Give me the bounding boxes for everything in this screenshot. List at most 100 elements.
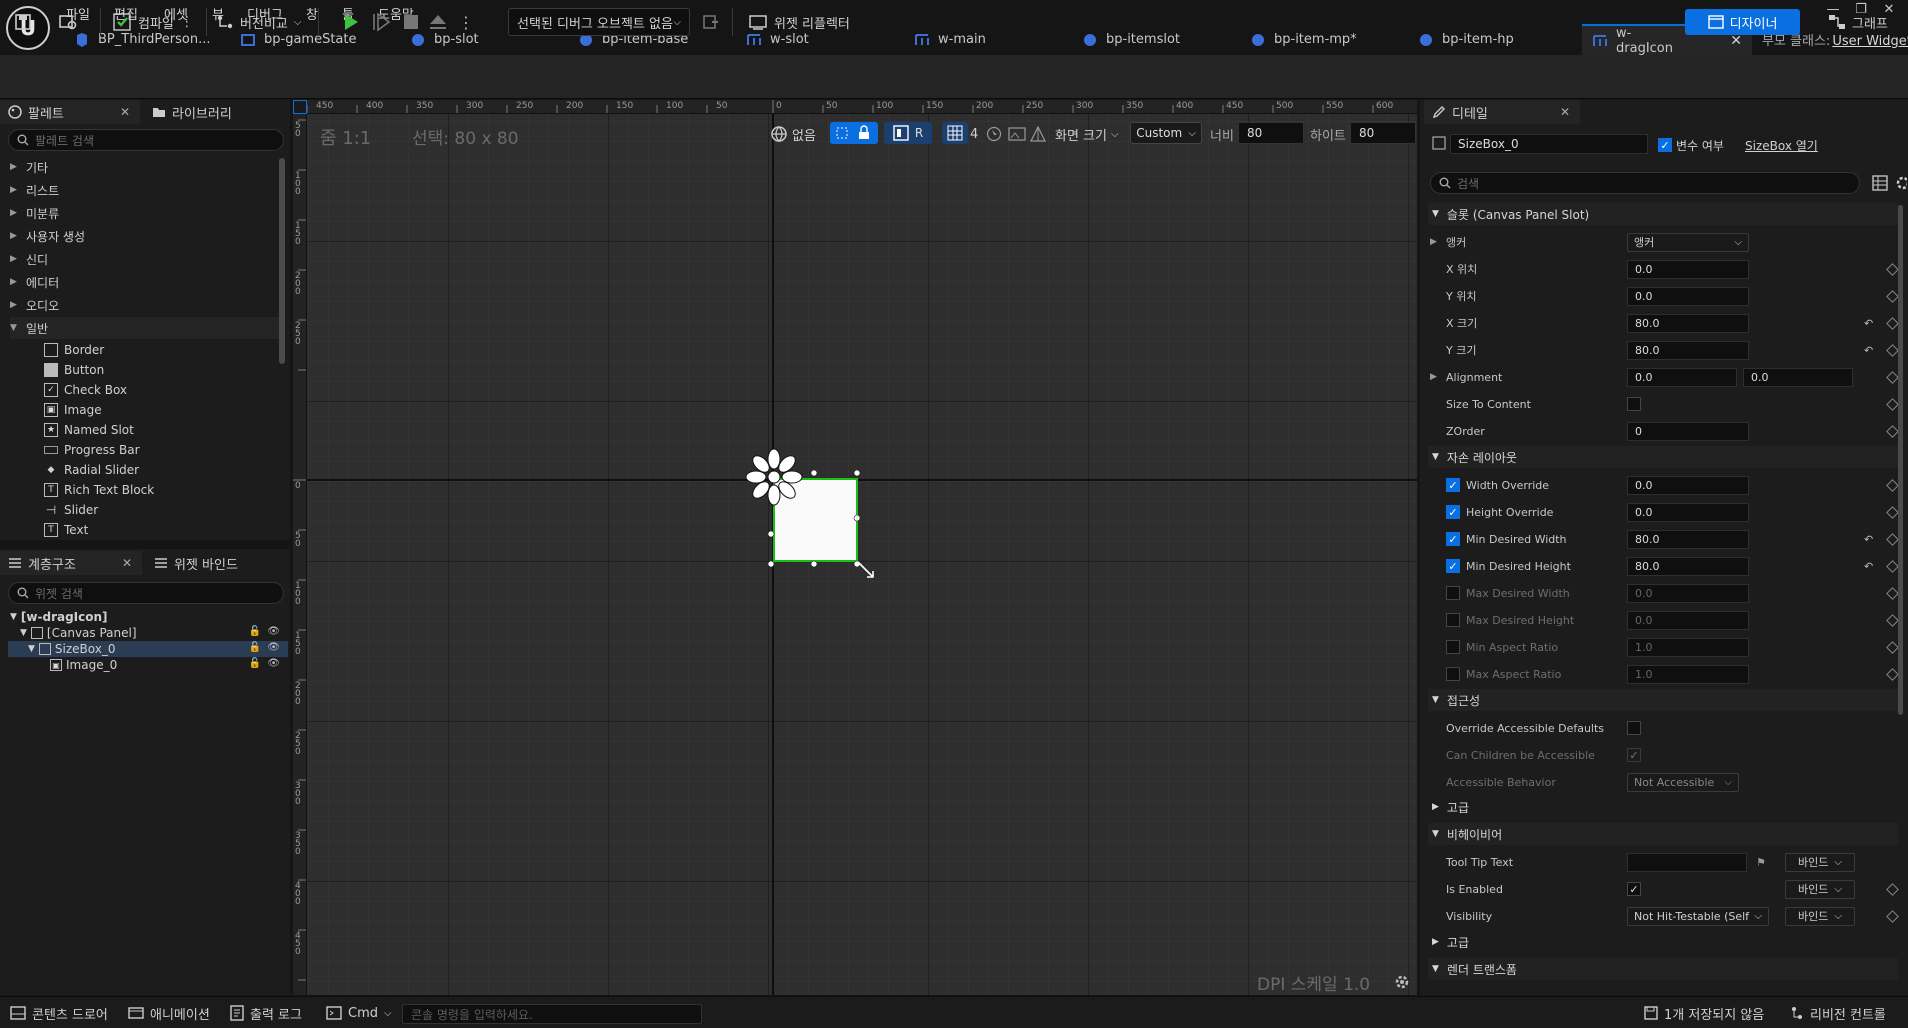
palette-category[interactable]: ▶ 리스트 [10, 179, 280, 201]
section-behavior[interactable]: ▼ 비헤이비어 [1428, 823, 1898, 845]
flag-icon[interactable]: ⚑ [1756, 856, 1766, 869]
keyframe-diamond-icon[interactable] [1886, 909, 1899, 923]
anchor-select[interactable]: 앵커 ⌵ [1627, 232, 1749, 252]
palette-category-expanded[interactable]: ▼ 일반 [10, 317, 280, 339]
keyframe-diamond-icon[interactable] [1886, 640, 1899, 654]
tab-widget-binding[interactable]: 위젯 바인드 [146, 551, 286, 575]
palette-scrollbar[interactable] [279, 158, 285, 364]
widget-reflector-button[interactable]: 위젯 리플렉터 [748, 8, 850, 36]
max-width-input[interactable]: 0.0 [1627, 583, 1749, 603]
keyframe-diamond-icon[interactable] [1886, 559, 1899, 573]
max-width-checkbox[interactable] [1446, 586, 1460, 600]
designer-mode-button[interactable]: 디자이너 [1685, 9, 1800, 35]
tab-bp-item-hp[interactable]: bp-item-hp [1418, 24, 1514, 55]
max-aspect-input[interactable]: 1.0 [1627, 664, 1749, 684]
play-options-icon[interactable]: ⋮ [458, 8, 474, 36]
compile-menu-icon[interactable]: ⋮ [180, 14, 194, 30]
reset-arrow-icon[interactable]: ↶ [1864, 317, 1873, 330]
section-advanced-2[interactable]: ▶ 고급 [1428, 931, 1898, 953]
animation-button[interactable]: 애니메이션 [128, 1005, 210, 1023]
play-button[interactable] [342, 8, 360, 36]
background-image-icon[interactable] [1008, 122, 1026, 146]
save-icon[interactable] [14, 8, 32, 36]
screen-size-button[interactable]: 화면 크기 ⌵ [1055, 122, 1119, 146]
palette-widget-named-slot[interactable]: ★ Named Slot [44, 420, 134, 440]
alignment-x-input[interactable]: 0.0 [1627, 367, 1737, 387]
tab-bp-itemslot[interactable]: bp-itemslot [1082, 24, 1180, 55]
palette-category[interactable]: ▶ 오디오 [10, 294, 280, 316]
palette-category[interactable]: ▶ 사용자 생성 [10, 225, 280, 247]
chevron-right-icon[interactable]: ▶ [1430, 372, 1437, 382]
localization-preview-button[interactable]: 없음 [770, 122, 816, 146]
keyframe-diamond-icon[interactable] [1886, 613, 1899, 627]
max-aspect-checkbox[interactable] [1446, 667, 1460, 681]
diff-button[interactable]: 버전비교 ⌵ [216, 8, 301, 36]
accessible-behavior-select[interactable]: Not Accessible ⌵ [1627, 772, 1739, 792]
palette-widget-button[interactable]: Button [44, 360, 104, 380]
resize-handle-icon[interactable] [856, 560, 876, 580]
grid-snap-value[interactable]: 4 [970, 122, 978, 146]
x-size-input[interactable]: 80.0 [1627, 313, 1749, 333]
height-override-input[interactable]: 0.0 [1627, 502, 1749, 522]
step-button[interactable] [372, 8, 392, 36]
palette-widget-image[interactable]: ▣ Image [44, 400, 102, 420]
min-height-input[interactable]: 80.0 [1627, 556, 1749, 576]
outline-icon[interactable] [1030, 122, 1046, 146]
section-child-layout[interactable]: ▼ 자손 레이아웃 [1428, 446, 1898, 468]
close-tab-icon[interactable]: ✕ [122, 556, 132, 570]
zorder-input[interactable]: 0 [1627, 421, 1749, 441]
palette-widget-checkbox[interactable]: ✓ Check Box [44, 380, 127, 400]
children-accessible-checkbox[interactable]: ✓ [1627, 748, 1641, 762]
eject-button[interactable] [428, 8, 448, 36]
keyframe-diamond-icon[interactable] [1886, 370, 1899, 384]
tab-library[interactable]: 라이브러리 [144, 100, 284, 124]
keyframe-diamond-icon[interactable] [1886, 343, 1899, 357]
console-input[interactable]: 콘솔 명령을 입력하세요. [402, 1004, 702, 1024]
palette-widget-progress-bar[interactable]: Progress Bar [44, 440, 140, 460]
max-height-checkbox[interactable] [1446, 613, 1460, 627]
palette-widget-text[interactable]: T Text [44, 520, 88, 540]
graph-mode-button[interactable]: 그래프 [1828, 9, 1888, 35]
debug-object-select[interactable]: 선택된 디버그 오브젝트 없음 ⌵ [508, 8, 690, 36]
tab-palette[interactable]: 팔레트 ✕ [0, 100, 140, 124]
browse-icon[interactable] [58, 8, 78, 36]
palette-category[interactable]: ▶ 기타 [10, 156, 280, 178]
min-aspect-input[interactable]: 1.0 [1627, 637, 1749, 657]
width-override-checkbox[interactable]: ✓ [1446, 478, 1460, 492]
parent-class-link[interactable]: User Widget [1832, 34, 1908, 49]
tree-image[interactable]: ▣ Image_0 🔓 👁 [50, 657, 288, 673]
min-width-checkbox[interactable]: ✓ [1446, 532, 1460, 546]
visibility-select[interactable]: Not Hit-Testable (Self ⌵ [1627, 906, 1769, 926]
eye-icon[interactable]: 👁 [267, 642, 280, 653]
palette-widget-radial-slider[interactable]: ◆ Radial Slider [44, 460, 140, 480]
details-scrollbar[interactable] [1898, 205, 1903, 715]
tree-sizebox[interactable]: ▼ SizeBox_0 🔓 👁 [8, 641, 288, 657]
keyframe-diamond-icon[interactable] [1886, 586, 1899, 600]
x-position-input[interactable]: 0.0 [1627, 259, 1749, 279]
keyframe-diamond-icon[interactable] [1886, 478, 1899, 492]
keyframe-diamond-icon[interactable] [1886, 532, 1899, 546]
reset-arrow-icon[interactable]: ↶ [1864, 344, 1873, 357]
table-view-icon[interactable] [1872, 175, 1888, 191]
enabled-bind-button[interactable]: 바인드 ⌵ [1785, 879, 1855, 899]
palette-search-input[interactable]: 팔레트 검색 [8, 129, 284, 151]
settings-gear-icon[interactable] [1895, 175, 1907, 191]
lock-icon[interactable]: 🔓 [249, 626, 261, 637]
tab-hierarchy[interactable]: 계층구조 ✕ [0, 551, 142, 575]
lock-icon[interactable]: 🔓 [249, 642, 261, 653]
close-tab-icon[interactable]: ✕ [1560, 105, 1570, 119]
lock-icon[interactable]: 🔓 [249, 658, 261, 669]
details-search-input[interactable]: 검색 [1430, 172, 1860, 194]
open-sizebox-link[interactable]: SizeBox 열기 [1745, 137, 1818, 154]
tooltip-input[interactable] [1627, 852, 1747, 872]
palette-category[interactable]: ▶ 신디 [10, 248, 280, 270]
palette-category[interactable]: ▶ 미분류 [10, 202, 280, 224]
width-input[interactable]: 80 [1238, 122, 1304, 144]
anchor-flower-icon[interactable] [745, 448, 803, 506]
height-input[interactable]: 80 [1350, 122, 1416, 144]
eye-icon[interactable]: 👁 [267, 626, 280, 637]
cmd-select[interactable]: Cmd ⌵ [326, 1005, 392, 1021]
keyframe-diamond-icon[interactable] [1886, 667, 1899, 681]
layout-toggle[interactable] [830, 122, 878, 144]
section-slot[interactable]: ▼ 슬롯 (Canvas Panel Slot) [1428, 203, 1898, 225]
